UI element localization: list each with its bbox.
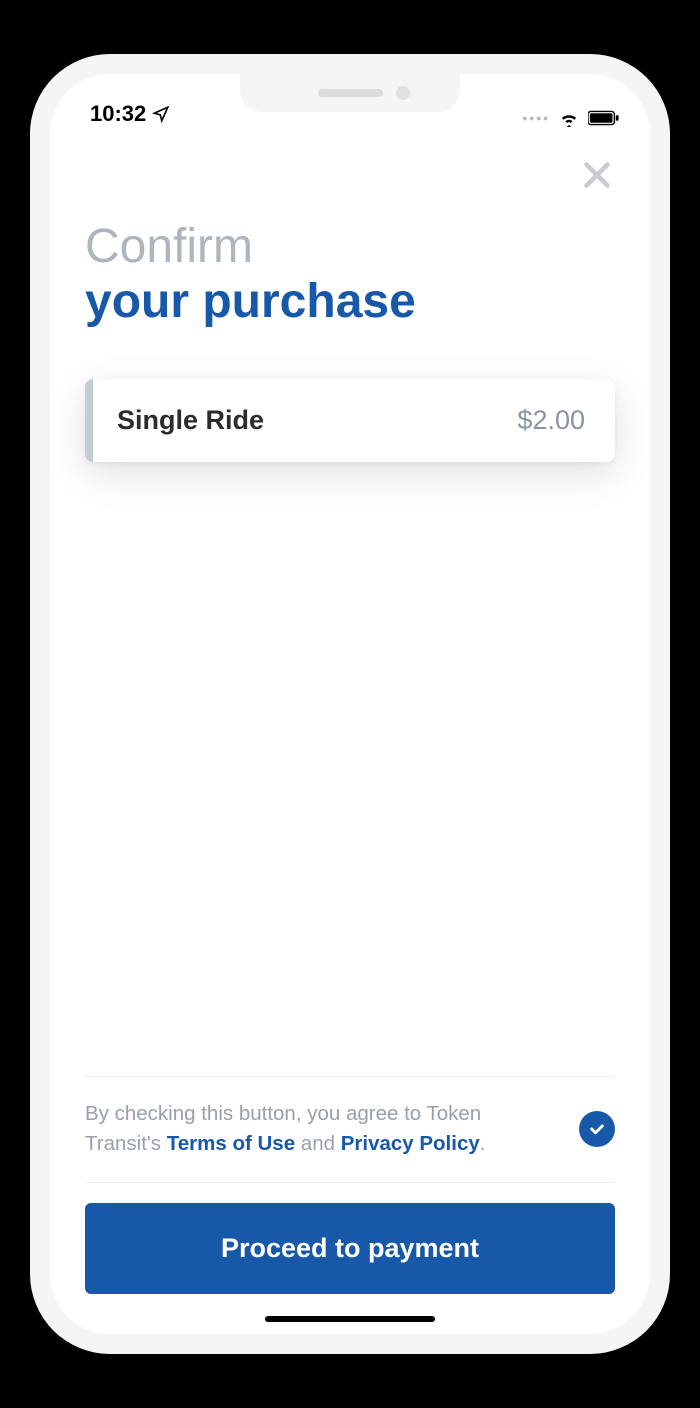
terms-of-use-link[interactable]: Terms of Use [167, 1132, 295, 1155]
privacy-policy-link[interactable]: Privacy Policy [341, 1132, 480, 1155]
terms-row: By checking this button, you agree to To… [85, 1077, 615, 1183]
phone-frame: 10:32 •••• [30, 54, 670, 1354]
item-price: $2.00 [517, 405, 585, 436]
location-arrow-icon [152, 105, 170, 123]
terms-text: By checking this button, you agree to To… [85, 1099, 559, 1161]
home-indicator[interactable] [265, 1316, 435, 1322]
terms-suffix: . [480, 1132, 486, 1155]
battery-icon [588, 110, 620, 126]
cellular-dots-icon: •••• [522, 110, 550, 126]
status-left: 10:32 [90, 101, 170, 127]
content-area: Confirm your purchase Single Ride $2.00 … [50, 129, 650, 1334]
status-right: •••• [522, 109, 620, 127]
heading-line1: Confirm [85, 219, 615, 274]
proceed-to-payment-button[interactable]: Proceed to payment [85, 1203, 615, 1294]
heading-line2: your purchase [85, 274, 615, 329]
terms-and: and [295, 1132, 341, 1155]
wifi-icon [558, 109, 580, 127]
page-heading: Confirm your purchase [85, 219, 615, 329]
front-camera [396, 86, 410, 100]
close-button[interactable] [579, 157, 615, 193]
divider [85, 1182, 615, 1183]
speaker-grille [318, 89, 383, 97]
item-name: Single Ride [117, 405, 264, 436]
screen: 10:32 •••• [50, 74, 650, 1334]
purchase-item-card: Single Ride $2.00 [85, 379, 615, 462]
notch [240, 74, 460, 112]
status-time: 10:32 [90, 101, 146, 127]
agree-checkbox[interactable] [579, 1111, 615, 1147]
